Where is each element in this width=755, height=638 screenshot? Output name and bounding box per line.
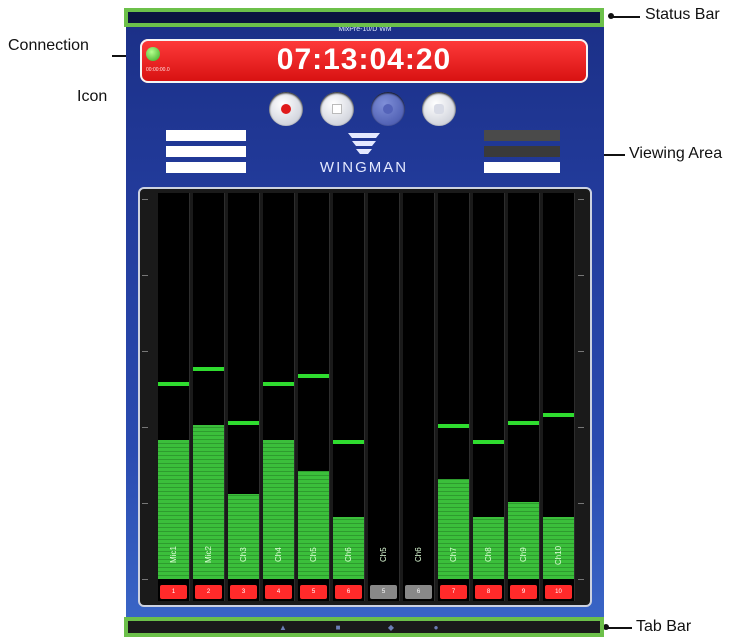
left-field-1[interactable] bbox=[166, 130, 246, 141]
scale-tick bbox=[142, 503, 148, 504]
channel-button[interactable]: 1 bbox=[160, 585, 187, 599]
channel-name: Ch7 bbox=[449, 547, 458, 563]
wingman-logo: WINGMAN bbox=[306, 129, 422, 179]
meter-peak bbox=[228, 421, 259, 425]
channel-strip[interactable]: Ch6 6 bbox=[403, 193, 435, 601]
status-bar-callout-line bbox=[612, 16, 640, 18]
scale-tick bbox=[578, 275, 584, 276]
meter-peak bbox=[543, 413, 574, 417]
scale-tick bbox=[142, 427, 148, 428]
channel-name: Ch5 bbox=[379, 547, 388, 563]
channel-strip[interactable]: Ch5 5 bbox=[298, 193, 330, 601]
scale-tick bbox=[142, 579, 148, 580]
status-bar-callout-dot bbox=[608, 13, 614, 19]
channel-button[interactable]: 3 bbox=[230, 585, 257, 599]
meter-peak bbox=[158, 382, 189, 386]
channel-strip[interactable]: Mic1 1 bbox=[158, 193, 190, 601]
status-bar-highlight bbox=[124, 8, 604, 27]
channel-strip[interactable]: Ch3 3 bbox=[228, 193, 260, 601]
channel-name: Ch3 bbox=[239, 547, 248, 563]
play-icon bbox=[383, 104, 393, 114]
scale-tick bbox=[142, 351, 148, 352]
channel-name: Ch5 bbox=[309, 547, 318, 563]
channel-button[interactable]: 4 bbox=[265, 585, 292, 599]
meter-peak bbox=[473, 440, 504, 444]
channel-name: Ch6 bbox=[344, 547, 353, 563]
meter-peak bbox=[298, 374, 329, 378]
scale-tick bbox=[578, 503, 584, 504]
channel-strip[interactable]: Mic2 2 bbox=[193, 193, 225, 601]
options-button[interactable] bbox=[422, 92, 456, 126]
tab-bar-callout-line bbox=[606, 627, 632, 629]
logo-wordmark: WINGMAN bbox=[319, 159, 409, 176]
channel-strip[interactable]: Ch6 6 bbox=[333, 193, 365, 601]
scale-tick bbox=[578, 351, 584, 352]
left-field-2[interactable] bbox=[166, 146, 246, 157]
stop-icon bbox=[332, 104, 342, 114]
tab-bar-highlight bbox=[124, 617, 604, 637]
scale-tick bbox=[578, 579, 584, 580]
stop-button[interactable] bbox=[320, 92, 354, 126]
record-icon bbox=[281, 104, 291, 114]
record-button[interactable] bbox=[269, 92, 303, 126]
left-scale bbox=[142, 199, 152, 580]
channel-name: Ch4 bbox=[274, 547, 283, 563]
channel-name: Ch9 bbox=[519, 547, 528, 563]
connection-callout: Connection bbox=[8, 37, 89, 54]
channel-strip[interactable]: Ch8 8 bbox=[473, 193, 505, 601]
timecode-bar: 00:00:00.0 07:13:04:20 bbox=[140, 39, 588, 83]
right-field-2[interactable] bbox=[484, 146, 560, 157]
connection-callout-icon: Icon bbox=[77, 88, 108, 105]
meter-peak bbox=[263, 382, 294, 386]
meter-peak bbox=[193, 367, 224, 371]
status-bar-callout: Status Bar bbox=[645, 6, 720, 23]
scale-tick bbox=[578, 199, 584, 200]
channel-button[interactable]: 7 bbox=[440, 585, 467, 599]
channel-name: Ch6 bbox=[414, 547, 423, 563]
channel-button[interactable]: 8 bbox=[475, 585, 502, 599]
viewing-area: Mic1 1 Mic2 2 Ch3 3 Ch4 4 Ch5 5 Ch6 6 Ch5 5 Ch6 6 Ch7 7 Ch… bbox=[138, 187, 592, 607]
options-icon bbox=[434, 104, 444, 114]
right-scale bbox=[578, 199, 588, 580]
scale-tick bbox=[142, 199, 148, 200]
channel-button[interactable]: 5 bbox=[370, 585, 397, 599]
channel-button[interactable]: 9 bbox=[510, 585, 537, 599]
channel-button[interactable]: 6 bbox=[335, 585, 362, 599]
device-title: MixPre-10/D WM bbox=[338, 26, 392, 33]
left-field-3[interactable] bbox=[166, 162, 246, 173]
channel-name: Mic2 bbox=[204, 546, 213, 564]
meter-peak bbox=[333, 440, 364, 444]
channel-strip[interactable]: Ch5 5 bbox=[368, 193, 400, 601]
device-screen: MixPre-10/D WM 00:00:00.0 07:13:04:20 WI… bbox=[126, 9, 604, 635]
channel-button[interactable]: 6 bbox=[405, 585, 432, 599]
right-field-3[interactable] bbox=[484, 162, 560, 173]
channel-strip[interactable]: Ch4 4 bbox=[263, 193, 295, 601]
channel-button[interactable]: 5 bbox=[300, 585, 327, 599]
right-field-1[interactable] bbox=[484, 130, 560, 141]
wingman-wing-icon bbox=[348, 133, 380, 154]
timecode-display: 07:13:04:20 bbox=[276, 43, 452, 76]
channel-strip[interactable]: Ch10 10 bbox=[543, 193, 575, 601]
channel-name: Ch8 bbox=[484, 547, 493, 563]
channel-button[interactable]: 10 bbox=[545, 585, 572, 599]
channel-strip[interactable]: Ch9 9 bbox=[508, 193, 540, 601]
meter-peak bbox=[508, 421, 539, 425]
channel-name: Ch10 bbox=[554, 545, 563, 565]
viewing-area-callout: Viewing Area bbox=[629, 145, 723, 162]
channel-name: Mic1 bbox=[169, 546, 178, 564]
scale-tick bbox=[578, 427, 584, 428]
play-button[interactable] bbox=[371, 92, 405, 126]
meter-peak bbox=[438, 424, 469, 428]
channel-button[interactable]: 2 bbox=[195, 585, 222, 599]
scale-tick bbox=[142, 275, 148, 276]
channel-strip[interactable]: Ch7 7 bbox=[438, 193, 470, 601]
tab-bar-callout: Tab Bar bbox=[636, 618, 692, 635]
